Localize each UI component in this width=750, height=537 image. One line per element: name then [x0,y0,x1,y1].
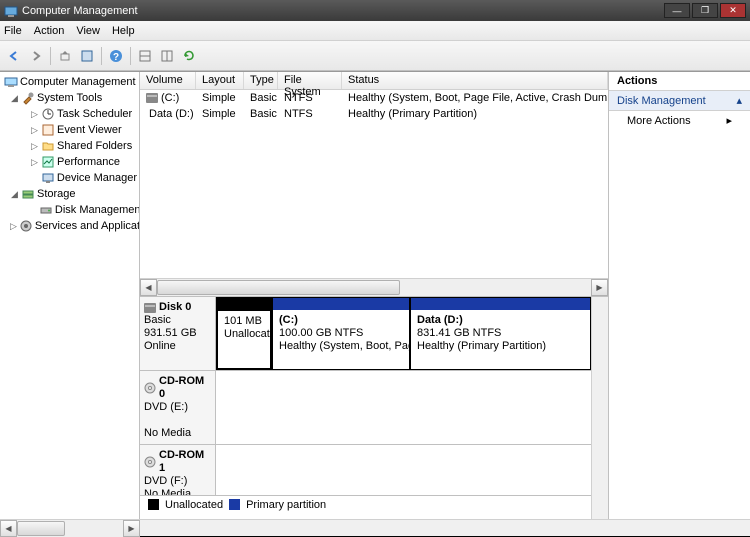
disk-info[interactable]: CD-ROM 0 DVD (E:) No Media [140,371,216,444]
partition-d[interactable]: Data (D:)831.41 GB NTFSHealthy (Primary … [410,297,591,370]
expand-icon[interactable]: ▷ [10,221,17,232]
main-panel: Volume Layout Type File System Status (C… [140,72,608,519]
submenu-icon: ▸ [726,114,732,127]
volume-list[interactable]: Volume Layout Type File System Status (C… [140,72,608,297]
volume-row[interactable]: (C:) Simple Basic NTFS Healthy (System, … [140,90,608,106]
tree-device-manager[interactable]: ▷Device Manager [2,170,137,186]
disk-icon [144,303,156,313]
tree-disk-management[interactable]: ▷Disk Management [2,202,137,218]
col-status[interactable]: Status [342,72,608,89]
up-button[interactable] [55,46,75,66]
svg-text:?: ? [113,52,119,63]
disk-row[interactable]: CD-ROM 1 DVD (F:) No Media [140,445,591,495]
clock-icon [41,107,55,121]
disk-vscrollbar[interactable] [591,297,608,519]
help-button[interactable]: ? [106,46,126,66]
tree-root[interactable]: Computer Management (Local) [2,74,137,90]
tree-services[interactable]: ▷ Services and Applications [2,218,137,234]
device-icon [41,171,55,185]
actions-header: Actions [609,72,750,91]
scroll-left-icon[interactable]: ◀ [140,279,157,296]
navigation-tree[interactable]: Computer Management (Local) ◢ System Too… [0,72,140,519]
storage-icon [21,187,35,201]
scroll-right-icon[interactable]: ▶ [123,520,140,537]
event-icon [41,123,55,137]
expand-icon[interactable]: ▷ [30,141,39,152]
cd-icon [144,456,156,468]
folder-icon [41,139,55,153]
disk-graphical-view[interactable]: Disk 0 Basic 931.51 GB Online 101 MBUnal… [140,297,608,519]
col-volume[interactable]: Volume [140,72,196,89]
tree-performance[interactable]: ▷Performance [2,154,137,170]
menu-help[interactable]: Help [112,25,135,37]
legend: Unallocated Primary partition [140,495,591,513]
volume-icon [146,93,158,103]
tree-storage[interactable]: ◢ Storage [2,186,137,202]
actions-more[interactable]: More Actions ▸ [609,111,750,130]
legend-swatch-unallocated [148,499,159,510]
disk-row[interactable]: CD-ROM 0 DVD (E:) No Media [140,371,591,445]
window-title: Computer Management [22,5,664,17]
actions-panel: Actions Disk Management ▴ More Actions ▸ [608,72,750,519]
legend-swatch-primary [229,499,240,510]
tree-task-scheduler[interactable]: ▷Task Scheduler [2,106,137,122]
titlebar[interactable]: Computer Management — ❐ ✕ [0,0,750,21]
col-fs[interactable]: File System [278,72,342,89]
tree-system-tools[interactable]: ◢ System Tools [2,90,137,106]
expand-icon[interactable]: ▷ [30,125,39,136]
actions-section[interactable]: Disk Management ▴ [609,91,750,111]
expand-icon[interactable]: ◢ [10,93,19,104]
disk-info[interactable]: CD-ROM 1 DVD (F:) No Media [140,445,216,495]
app-icon [4,4,18,18]
menu-file[interactable]: File [4,25,22,37]
scroll-thumb[interactable] [157,280,400,295]
perf-icon [41,155,55,169]
tree-event-viewer[interactable]: ▷Event Viewer [2,122,137,138]
cd-icon [144,382,156,394]
scroll-left-icon[interactable]: ◀ [0,520,17,537]
collapse-icon[interactable]: ▴ [736,94,742,107]
disk-row[interactable]: Disk 0 Basic 931.51 GB Online 101 MBUnal… [140,297,591,371]
tools-icon [21,91,35,105]
minimize-button[interactable]: — [664,3,690,18]
properties-button[interactable] [77,46,97,66]
view-button-1[interactable] [135,46,155,66]
services-icon [19,219,33,233]
volume-row[interactable]: Data (D:) Simple Basic NTFS Healthy (Pri… [140,106,608,122]
tree-shared-folders[interactable]: ▷Shared Folders [2,138,137,154]
scroll-right-icon[interactable]: ▶ [591,279,608,296]
menu-action[interactable]: Action [34,25,65,37]
disk-info[interactable]: Disk 0 Basic 931.51 GB Online [140,297,216,370]
view-button-2[interactable] [157,46,177,66]
back-button[interactable] [4,46,24,66]
computer-management-window: Computer Management — ❐ ✕ File Action Vi… [0,0,750,536]
menubar: File Action View Help [0,21,750,41]
col-type[interactable]: Type [244,72,278,89]
col-layout[interactable]: Layout [196,72,244,89]
menu-view[interactable]: View [76,25,100,37]
expand-icon[interactable]: ◢ [10,189,19,200]
partition-unallocated[interactable]: 101 MBUnallocated [216,297,272,370]
scroll-thumb[interactable] [17,521,65,536]
partition-c[interactable]: (C:)100.00 GB NTFSHealthy (System, Boot,… [272,297,410,370]
expand-icon[interactable]: ▷ [30,157,39,168]
refresh-button[interactable] [179,46,199,66]
forward-button[interactable] [26,46,46,66]
expand-icon[interactable]: ▷ [30,109,39,120]
maximize-button[interactable]: ❐ [692,3,718,18]
close-button[interactable]: ✕ [720,3,746,18]
volume-header[interactable]: Volume Layout Type File System Status [140,72,608,90]
toolbar: ? [0,41,750,71]
tree-hscrollbar[interactable]: ◀ ▶ [0,519,140,536]
computer-icon [4,75,18,89]
volume-hscrollbar[interactable]: ◀ ▶ [140,278,608,295]
disk-icon [39,203,53,217]
